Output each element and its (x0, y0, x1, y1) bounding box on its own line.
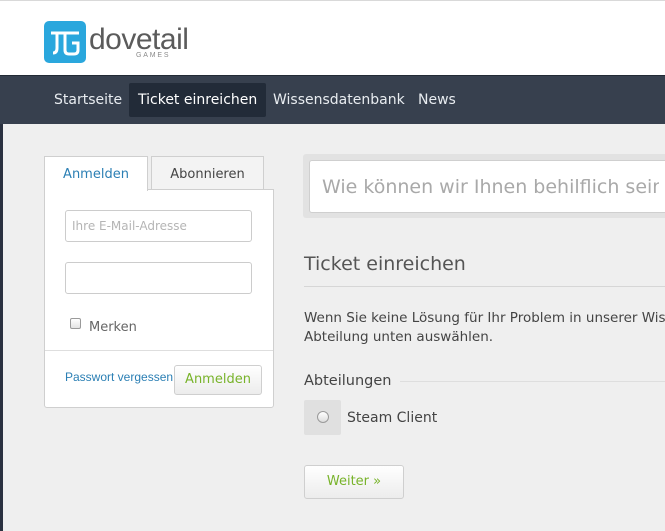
search-bar (303, 154, 665, 218)
login-panel: Merken Passwort vergessen Anmelden (44, 189, 274, 408)
remember-label: Merken (89, 320, 137, 335)
departments-heading: Abteilungen (304, 373, 392, 389)
departments-divider (400, 381, 665, 382)
logo-subtitle: GAMES (136, 52, 171, 59)
password-input[interactable] (65, 262, 252, 294)
department-label-steam-client[interactable]: Steam Client (347, 410, 437, 426)
department-radio-container[interactable] (304, 400, 341, 435)
next-button[interactable]: Weiter » (304, 465, 404, 499)
nav-item-news[interactable]: News (409, 83, 465, 117)
login-button[interactable]: Anmelden (174, 365, 262, 395)
title-divider (304, 286, 665, 287)
nav-item-wissensdatenbank[interactable]: Wissensdatenbank (264, 83, 414, 117)
intro-line-2: Abteilung unten auswählen. (304, 329, 494, 345)
search-input[interactable] (309, 160, 665, 213)
nav-item-ticket-einreichen[interactable]: Ticket einreichen (129, 83, 267, 117)
tab-anmelden[interactable]: Anmelden (44, 156, 148, 191)
site-header: dovetail GAMES (0, 0, 665, 75)
main-nav: Startseite Ticket einreichen Wissensdate… (0, 75, 665, 124)
logo-mark-icon (44, 21, 86, 63)
email-input[interactable] (65, 210, 252, 242)
nav-item-startseite[interactable]: Startseite (45, 83, 131, 117)
page-title: Ticket einreichen (304, 253, 466, 275)
tab-abonnieren[interactable]: Abonnieren (151, 156, 264, 190)
forgot-password-link[interactable]: Passwort vergessen (65, 370, 173, 384)
department-radio-steam-client[interactable] (317, 411, 329, 423)
panel-divider (45, 350, 273, 351)
remember-checkbox[interactable] (70, 318, 81, 329)
intro-text: Wenn Sie keine Lösung für Ihr Problem in… (304, 309, 665, 347)
intro-line-1: Wenn Sie keine Lösung für Ihr Problem in… (304, 310, 665, 326)
dovetail-logo[interactable]: dovetail GAMES (44, 21, 194, 65)
